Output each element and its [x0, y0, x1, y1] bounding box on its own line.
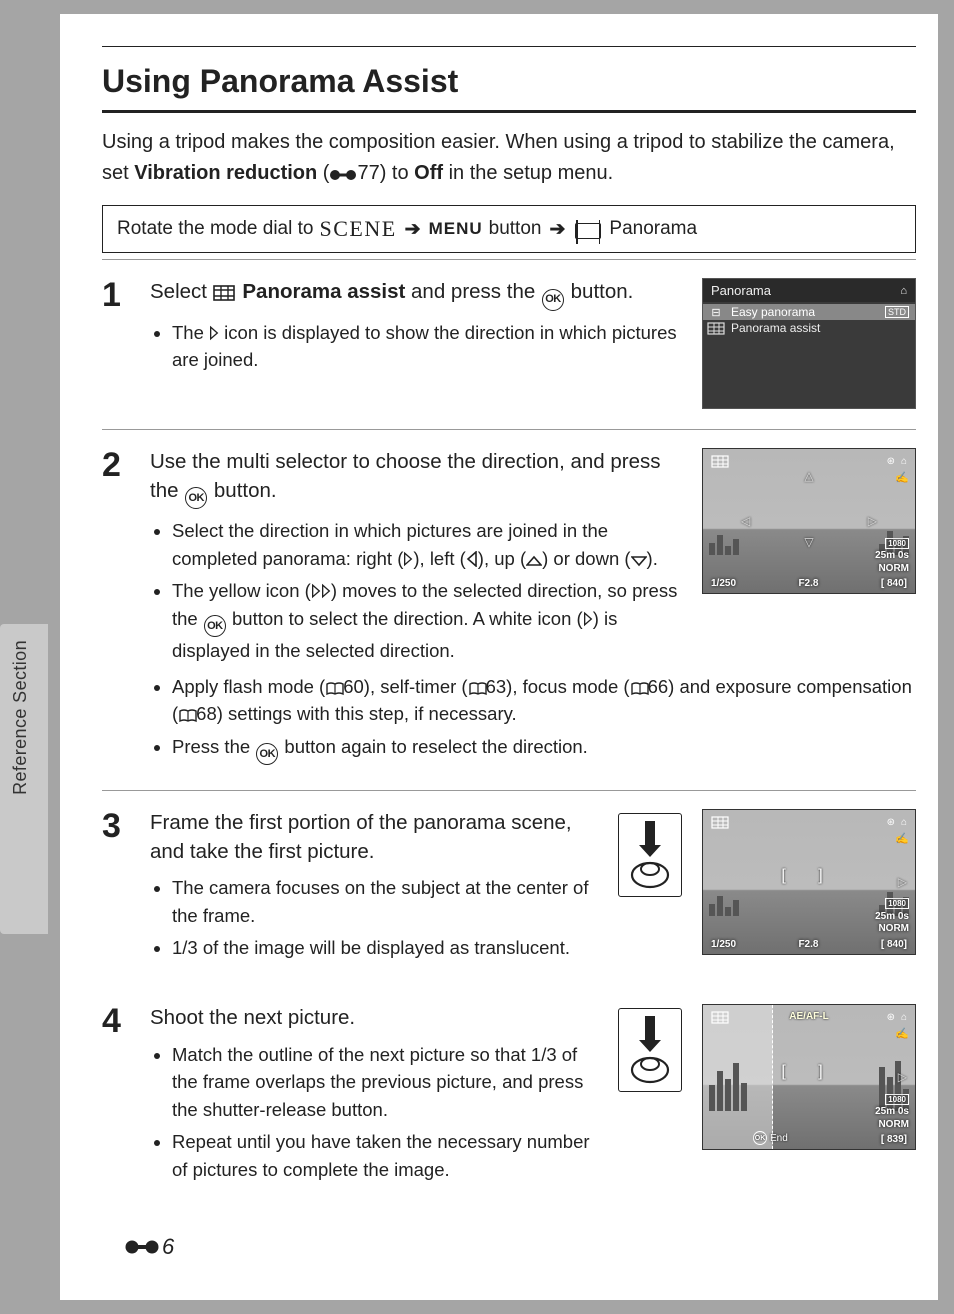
- bullet: Repeat until you have taken the necessar…: [172, 1128, 598, 1183]
- bullet: Select the direction in which pictures a…: [172, 517, 682, 572]
- panorama-assist-icon: [213, 285, 235, 301]
- book-ref-icon: [630, 681, 650, 696]
- lcd-title: Panorama⌂: [703, 279, 915, 302]
- step-heading: Shoot the next picture.: [150, 1004, 598, 1033]
- ok-button-icon: OK: [256, 743, 278, 765]
- ok-button-icon: OK: [185, 487, 207, 509]
- arrow-right-icon: ➔: [405, 218, 421, 241]
- step-number: 3: [102, 809, 136, 967]
- ae-af-lock-label: AE/AF-L: [789, 1011, 828, 1022]
- ok-button-icon: OK: [204, 615, 226, 637]
- step-heading: Frame the first portion of the panorama …: [150, 809, 598, 866]
- panorama-assist-icon: [711, 816, 729, 829]
- focus-brackets: [ ]: [781, 867, 836, 885]
- viewfinder-screenshot: ⊛⌂ △ ▽ ◁ ▷ 108025m 0sNORM 1/250F2.8[ 840…: [702, 448, 916, 594]
- bullet: 1/3 of the image will be displayed as tr…: [172, 934, 598, 961]
- step-4: 4 Shoot the next picture. Match the outl…: [102, 986, 916, 1202]
- panorama-assist-icon: [707, 321, 725, 335]
- step-number: 4: [102, 1004, 136, 1188]
- triangle-up-icon: [526, 555, 542, 567]
- shutter-press-icon: [618, 813, 682, 897]
- bullet: The yellow icon () moves to the selected…: [172, 577, 682, 664]
- triangle-down-icon: [631, 555, 647, 567]
- viewfinder-screenshot: ⊛⌂ AE/AF-L [ ] ▷ 108025m 0sNORM OKEnd [ …: [702, 1004, 916, 1150]
- advanced-ref-icon: [329, 167, 357, 183]
- step-number: 1: [102, 278, 136, 409]
- bullet: The icon is displayed to show the direct…: [172, 319, 682, 374]
- panorama-icon: [575, 223, 601, 239]
- focus-brackets: [ ]: [781, 1063, 836, 1081]
- book-ref-icon: [468, 681, 488, 696]
- panorama-assist-icon: [711, 1011, 729, 1024]
- bullet: The camera focuses on the subject at the…: [172, 874, 598, 929]
- page-footer: 6: [124, 1234, 174, 1260]
- page-title: Using Panorama Assist: [102, 47, 916, 110]
- lcd-menu-item-selected: ⊟ Easy panorama STD: [703, 304, 915, 320]
- arrow-left-icon: ◁: [741, 514, 750, 528]
- step-1: 1 Select Panorama assist and press the O…: [102, 259, 916, 423]
- easy-panorama-icon: ⊟: [707, 305, 725, 319]
- navigation-path-box: Rotate the mode dial to SCENE ➔ MENU but…: [102, 205, 916, 253]
- triangle-right-icon: [311, 583, 321, 599]
- arrow-right-icon: ▷: [868, 514, 877, 528]
- triangle-left-icon: [466, 551, 478, 567]
- bullet: Match the outline of the next picture so…: [172, 1041, 598, 1123]
- arrow-right-icon: ▷: [898, 1070, 907, 1084]
- arrow-down-icon: ▽: [804, 535, 813, 549]
- triangle-right-icon: [209, 325, 219, 341]
- page-number: 6: [162, 1234, 174, 1260]
- bullet: Apply flash mode (60), self-timer (63), …: [172, 673, 916, 728]
- lcd-menu-item: Panorama assist: [703, 320, 915, 336]
- arrow-right-icon: ▷: [898, 875, 907, 889]
- step-heading: Select Panorama assist and press the OK …: [150, 278, 682, 311]
- step-number: 2: [102, 448, 136, 770]
- scene-label: SCENE: [319, 216, 396, 242]
- page-content: Using Panorama Assist Using a tripod mak…: [60, 14, 938, 1300]
- arrow-right-icon: ➔: [549, 218, 565, 241]
- advanced-ref-icon: [124, 1237, 160, 1257]
- lcd-menu-screenshot: Panorama⌂ ⊟ Easy panorama STD Panorama a…: [702, 278, 916, 409]
- step-3: 3 Frame the first portion of the panoram…: [102, 790, 916, 981]
- triangle-right-icon: [321, 583, 331, 599]
- viewfinder-screenshot: ⊛⌂ [ ] ▷ 108025m 0sNORM 1/250F2.8[ 840] …: [702, 809, 916, 955]
- bullet: Press the OK button again to reselect th…: [172, 733, 916, 765]
- shutter-press-icon: [618, 1008, 682, 1092]
- arrow-up-icon: △: [804, 469, 813, 483]
- side-section-label: Reference Section: [10, 640, 31, 795]
- step-2: 2 Use the multi selector to choose the d…: [102, 429, 916, 784]
- intro-paragraph: Using a tripod makes the composition eas…: [102, 127, 916, 189]
- ok-button-icon: OK: [542, 289, 564, 311]
- triangle-right-icon: [583, 611, 593, 627]
- triangle-right-icon: [403, 551, 413, 567]
- step-heading: Use the multi selector to choose the dir…: [150, 448, 682, 509]
- menu-label: MENU: [429, 219, 483, 239]
